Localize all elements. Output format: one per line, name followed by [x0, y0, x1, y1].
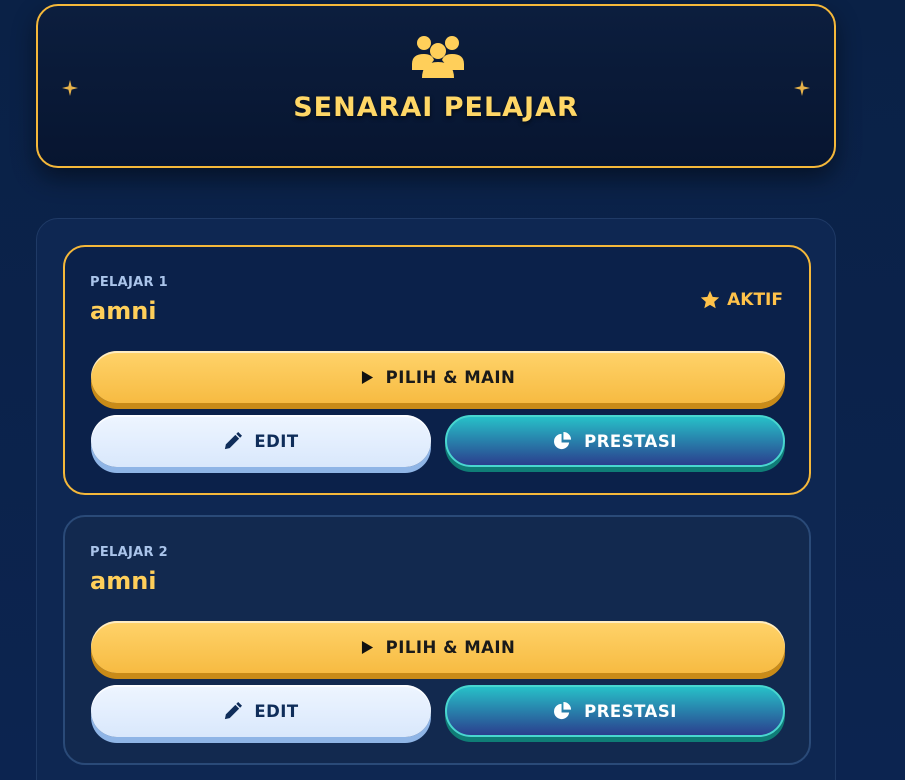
play-icon	[361, 370, 374, 385]
pie-chart-icon	[553, 431, 572, 451]
student-name: amni	[90, 297, 157, 325]
performance-label: PRESTASI	[584, 701, 677, 721]
student-number: PELAJAR 1	[90, 275, 168, 290]
select-play-label: PILIH & MAIN	[385, 637, 516, 657]
play-icon	[361, 640, 374, 655]
student-card: PELAJAR 2 amni PILIH & MAIN EDIT PRESTAS…	[63, 515, 811, 765]
performance-label: PRESTASI	[584, 431, 677, 451]
pie-chart-icon	[553, 701, 572, 721]
edit-button[interactable]: EDIT	[91, 415, 431, 467]
status-badge: AKTIF	[699, 289, 783, 311]
performance-button[interactable]: PRESTASI	[445, 415, 785, 467]
edit-label: EDIT	[254, 431, 299, 451]
edit-label: EDIT	[254, 701, 299, 721]
star-icon	[699, 289, 721, 311]
pencil-icon	[223, 431, 243, 451]
performance-button[interactable]: PRESTASI	[445, 685, 785, 737]
page-title: SENARAI PELAJAR	[293, 92, 579, 123]
pencil-icon	[223, 701, 243, 721]
select-play-label: PILIH & MAIN	[385, 367, 516, 387]
sparkle-icon	[794, 80, 810, 96]
student-list: PELAJAR 1 amni AKTIF PILIH & MAIN EDIT P…	[36, 218, 836, 780]
edit-button[interactable]: EDIT	[91, 685, 431, 737]
status-label: AKTIF	[727, 290, 783, 310]
header-card: SENARAI PELAJAR	[36, 4, 836, 168]
select-play-button[interactable]: PILIH & MAIN	[91, 351, 785, 403]
student-card: PELAJAR 1 amni AKTIF PILIH & MAIN EDIT P…	[63, 245, 811, 495]
select-play-button[interactable]: PILIH & MAIN	[91, 621, 785, 673]
student-number: PELAJAR 2	[90, 545, 168, 560]
users-icon	[410, 34, 466, 78]
student-name: amni	[90, 567, 157, 595]
